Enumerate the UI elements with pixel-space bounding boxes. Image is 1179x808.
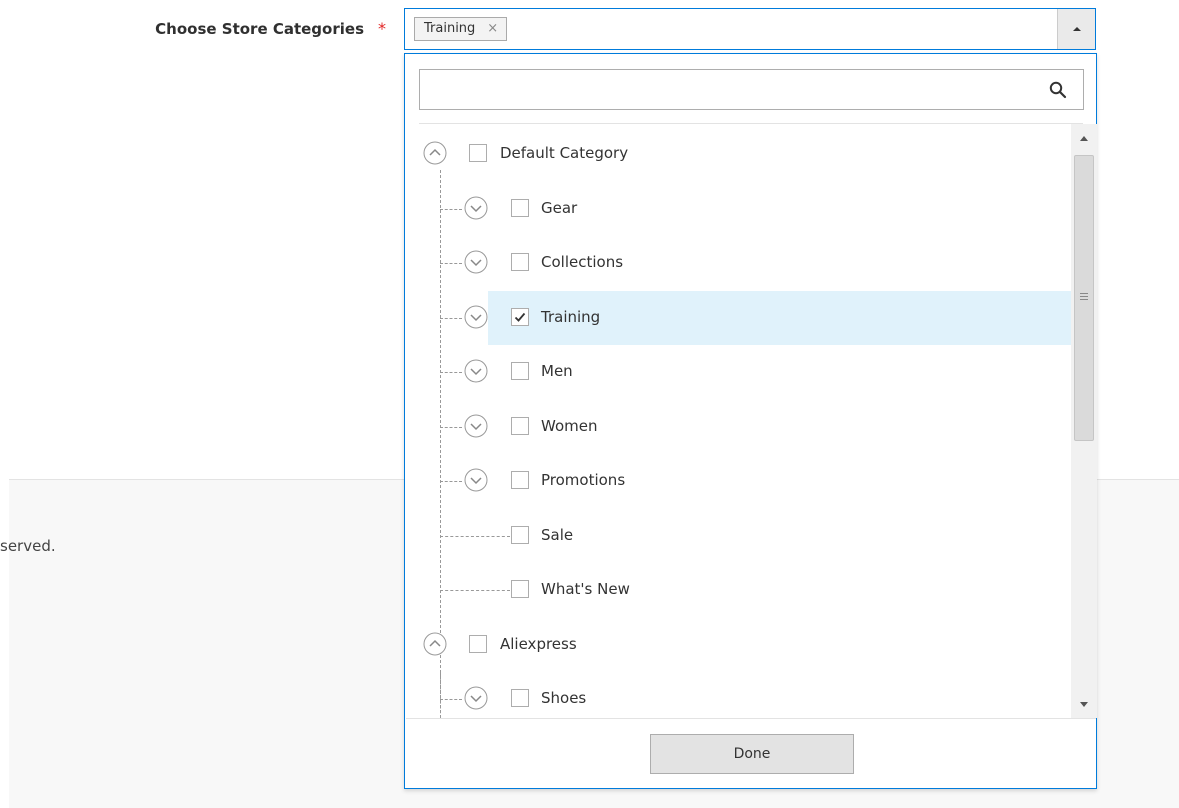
field-label: Choose Store Categories — [155, 20, 364, 38]
node-label: What's New — [541, 580, 630, 598]
category-tree: Default Category Gear Collections Traini… — [419, 124, 1071, 718]
tree-node-aliexpress[interactable]: Aliexpress — [419, 618, 1071, 672]
tree-node-women[interactable]: Women — [419, 400, 1071, 454]
checkbox[interactable] — [469, 635, 487, 653]
search-field[interactable] — [419, 69, 1084, 110]
scroll-up-arrow-icon[interactable] — [1080, 136, 1088, 141]
checkbox[interactable] — [511, 580, 529, 598]
node-label: Sale — [541, 526, 574, 544]
expand-icon[interactable] — [464, 686, 488, 710]
node-label: Promotions — [541, 471, 626, 489]
search-icon[interactable] — [1049, 81, 1067, 99]
node-label: Aliexpress — [500, 635, 577, 653]
dropdown-toggle-button[interactable] — [1057, 9, 1095, 49]
checkbox[interactable] — [511, 471, 529, 489]
node-label: Default Category — [500, 144, 629, 162]
expand-icon[interactable] — [464, 305, 488, 329]
caret-up-icon — [1073, 27, 1081, 31]
checkbox[interactable] — [511, 199, 529, 217]
category-dropdown-panel: Default Category Gear Collections Traini… — [404, 53, 1097, 789]
selected-chip-training: Training × — [414, 17, 508, 41]
tree-node-sale[interactable]: Sale — [419, 509, 1071, 563]
checkbox[interactable] — [511, 689, 529, 707]
tree-node-training[interactable]: Training — [419, 291, 1071, 345]
checkmark-icon — [514, 312, 526, 322]
category-multiselect[interactable]: Training × — [404, 8, 1096, 50]
tree-node-gear[interactable]: Gear — [419, 182, 1071, 236]
scrollbar-thumb[interactable] — [1074, 155, 1094, 441]
node-label: Collections — [541, 253, 624, 271]
footer-copyright: served. — [0, 537, 56, 555]
node-label: Women — [541, 417, 598, 435]
scroll-down-arrow-icon[interactable] — [1080, 702, 1088, 707]
checkbox[interactable] — [511, 253, 529, 271]
tree-node-collections[interactable]: Collections — [419, 236, 1071, 290]
collapse-icon[interactable] — [423, 141, 447, 165]
expand-icon[interactable] — [464, 468, 488, 492]
tree-node-men[interactable]: Men — [419, 345, 1071, 399]
search-input[interactable] — [420, 70, 1040, 108]
tree-node-default-category[interactable]: Default Category — [419, 127, 1071, 181]
expand-icon[interactable] — [464, 414, 488, 438]
checkbox[interactable] — [511, 362, 529, 380]
tree-node-shoes[interactable]: Shoes — [419, 672, 1071, 718]
node-label: Men — [541, 362, 573, 380]
tree-node-whats-new[interactable]: What's New — [419, 563, 1071, 617]
grip-icon — [1080, 299, 1088, 300]
expand-icon[interactable] — [464, 196, 488, 220]
chip-label: Training — [424, 21, 476, 36]
checkbox[interactable] — [511, 526, 529, 544]
grip-icon — [1080, 293, 1088, 294]
tree-scrollbar[interactable] — [1071, 124, 1097, 718]
checkbox-checked[interactable] — [511, 308, 529, 326]
node-label: Training — [541, 308, 601, 326]
node-label: Shoes — [541, 689, 587, 707]
grip-icon — [1080, 296, 1088, 297]
expand-icon[interactable] — [464, 359, 488, 383]
required-marker: * — [378, 19, 386, 38]
expand-icon[interactable] — [464, 250, 488, 274]
checkbox[interactable] — [469, 144, 487, 162]
divider — [406, 718, 1096, 719]
tree-node-promotions[interactable]: Promotions — [419, 454, 1071, 508]
node-label: Gear — [541, 199, 578, 217]
done-button[interactable]: Done — [650, 734, 854, 774]
chip-remove-button[interactable]: × — [487, 18, 498, 40]
checkbox[interactable] — [511, 417, 529, 435]
collapse-icon[interactable] — [423, 632, 447, 656]
